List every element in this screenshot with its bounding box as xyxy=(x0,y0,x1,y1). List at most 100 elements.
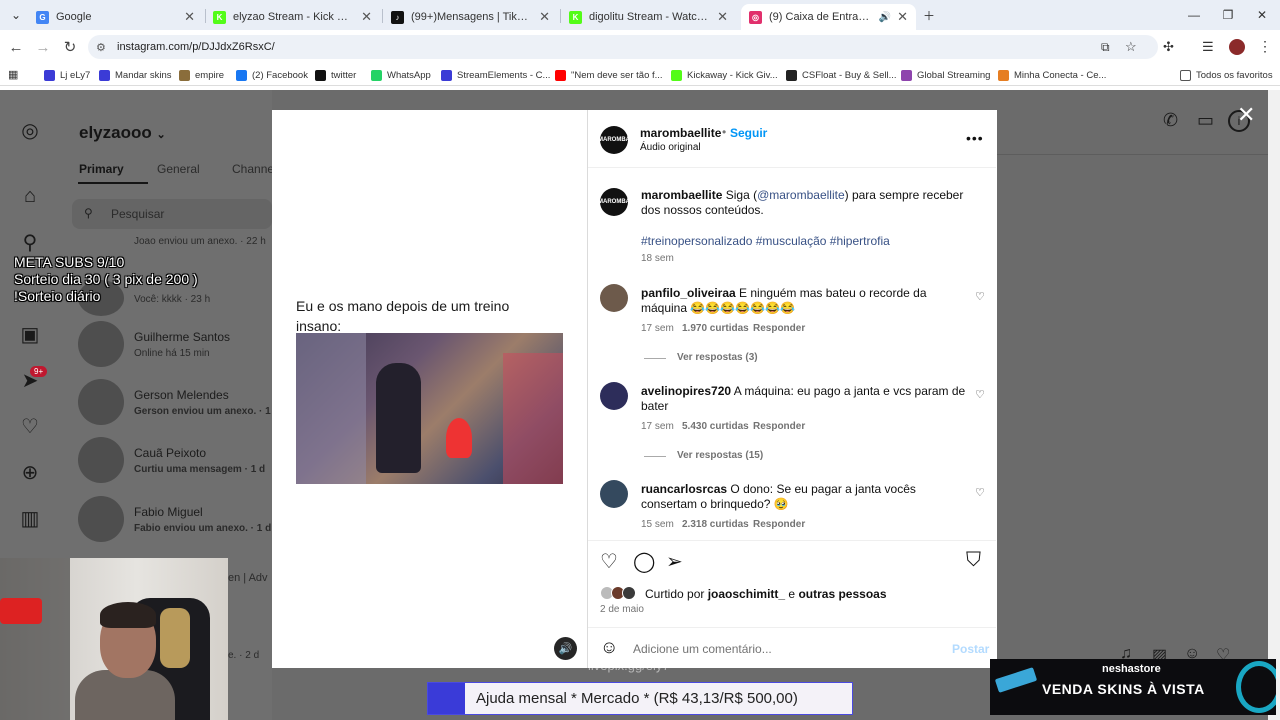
bookmark-favicon xyxy=(44,69,55,81)
liked-by-user[interactable]: joaoschimitt_ xyxy=(708,587,785,601)
bookmark-item[interactable]: (2) Facebook xyxy=(236,67,308,83)
search-input[interactable] xyxy=(72,199,272,229)
post-comment-button[interactable]: Postar xyxy=(952,642,989,656)
view-replies-button[interactable]: Ver respostas (15) xyxy=(677,450,763,461)
video-call-icon[interactable]: ▭ xyxy=(1197,110,1214,131)
reload-icon[interactable]: ↻ xyxy=(59,37,81,57)
view-replies-button[interactable]: Ver respostas (3) xyxy=(677,352,758,363)
follow-button[interactable]: Seguir xyxy=(730,126,767,140)
commenter-username[interactable]: panfilo_oliveiraa xyxy=(641,286,736,300)
comment-like-icon[interactable]: ♡ xyxy=(975,388,985,401)
forward-icon[interactable]: → xyxy=(32,37,54,57)
commenter-username[interactable]: avelinopires720 xyxy=(641,384,731,398)
caption-avatar[interactable]: MAROMBA xyxy=(598,188,630,216)
tab-2[interactable]: Kelyzao Stream - Kick Dashboard ✕ xyxy=(205,4,380,30)
audio-label[interactable]: Áudio original xyxy=(640,142,701,153)
reels-icon[interactable]: ▣ xyxy=(18,322,42,346)
close-modal-icon[interactable]: ✕ xyxy=(1237,102,1255,128)
tab-general[interactable]: General xyxy=(157,162,200,176)
comment-like-icon[interactable]: ♡ xyxy=(975,290,985,303)
create-icon[interactable]: ⊕ xyxy=(18,460,42,484)
bookmark-item[interactable]: StreamElements - C... xyxy=(441,67,550,83)
scrollbar[interactable] xyxy=(1268,90,1280,720)
close-tab-icon[interactable]: ✕ xyxy=(361,9,372,25)
bookmark-item[interactable]: Minha Conecta - Ce... xyxy=(998,67,1106,83)
instagram-logo-icon[interactable]: ◎ xyxy=(18,118,42,142)
extensions-icon[interactable]: ✣ xyxy=(1163,39,1174,55)
reply-button[interactable]: Responder xyxy=(753,519,805,530)
site-info-icon[interactable]: ⚙ xyxy=(96,41,106,54)
tab-title: (99+)Mensagens | TikTok xyxy=(411,11,534,23)
menu-icon[interactable]: ⋮ xyxy=(1258,38,1272,55)
notifications-heart-icon[interactable]: ♡ xyxy=(18,414,42,438)
close-tab-icon[interactable]: ✕ xyxy=(539,9,550,25)
bookmark-item[interactable]: CSFloat - Buy & Sell... xyxy=(786,67,897,83)
share-icon[interactable]: ➢ xyxy=(666,549,683,574)
comment-input[interactable]: Adicione um comentário... xyxy=(633,642,772,656)
minimize-button[interactable]: — xyxy=(1181,5,1207,25)
tab-1[interactable]: G Google ✕ xyxy=(28,4,203,30)
bookmark-star-icon[interactable]: ☆ xyxy=(1125,39,1137,55)
bookmark-item[interactable]: Kickaway - Kick Giv... xyxy=(671,67,778,83)
restore-button[interactable]: ❐ xyxy=(1215,5,1241,25)
tab-primary[interactable]: Primary xyxy=(79,162,124,176)
bookmark-item[interactable]: WhatsApp xyxy=(371,67,431,83)
bookmark-item[interactable]: twitter xyxy=(315,67,356,83)
bookmark-item[interactable]: Lj eLy7 xyxy=(44,67,90,83)
conversation-row[interactable]: Cauã Peixoto Curtiu uma mensagem · 1 d xyxy=(78,436,265,484)
bookmark-item[interactable]: Mandar skins xyxy=(99,67,172,83)
liked-by-others[interactable]: outras pessoas xyxy=(798,587,886,601)
search-icon[interactable]: ⚲ xyxy=(18,230,42,254)
tab-4[interactable]: Kdigolitu Stream - Watch Live on ✕ xyxy=(561,4,736,30)
phone-icon[interactable]: ✆ xyxy=(1163,110,1178,131)
tab-3[interactable]: ♪ (99+)Mensagens | TikTok ✕ xyxy=(383,4,558,30)
commenter-avatar[interactable] xyxy=(600,382,628,410)
reply-button[interactable]: Responder xyxy=(753,421,805,432)
close-window-button[interactable]: ✕ xyxy=(1249,5,1275,25)
comment-likes[interactable]: 5.430 curtidas xyxy=(682,421,749,432)
commenter-avatar[interactable] xyxy=(600,480,628,508)
inbox-username[interactable]: elyzaooo ⌄ xyxy=(79,123,166,143)
profile-avatar[interactable] xyxy=(1229,39,1245,55)
install-app-icon[interactable]: ⧉ xyxy=(1101,40,1110,55)
home-icon[interactable]: ⌂ xyxy=(18,184,42,208)
video-player[interactable] xyxy=(296,333,563,484)
comment-likes[interactable]: 2.318 curtidas xyxy=(682,519,749,530)
all-bookmarks[interactable]: Todos os favoritos xyxy=(1180,67,1273,83)
save-icon[interactable]: ⛉ xyxy=(966,549,981,572)
commenter-avatar[interactable] xyxy=(600,284,628,312)
comment-like-icon[interactable]: ♡ xyxy=(975,486,985,499)
hashtags[interactable]: #treinopersonalizado #musculação #hipert… xyxy=(641,234,890,249)
caption-username[interactable]: marombaellite xyxy=(641,188,722,202)
bookmark-item[interactable]: empire xyxy=(179,67,224,83)
media-control-icon[interactable]: ☰ xyxy=(1202,39,1214,55)
apps-grid-icon[interactable]: ▦ xyxy=(8,68,18,81)
close-tab-icon[interactable]: ✕ xyxy=(717,9,728,25)
conversation-row[interactable]: Fabio Miguel Fabio enviou um anexo. · 1 d xyxy=(78,495,271,543)
conversation-row[interactable]: Guilherme Santos Online há 15 min xyxy=(78,320,230,368)
new-tab-button[interactable]: ＋ xyxy=(916,5,942,25)
tab-5[interactable]: ◎ (9) Caixa de Entrada • Direct 🔊 ✕ xyxy=(741,4,916,30)
emoji-icon[interactable]: ☺ xyxy=(600,637,618,658)
volume-icon[interactable]: 🔊 xyxy=(554,637,577,660)
reply-button[interactable]: Responder xyxy=(753,323,805,334)
more-options-icon[interactable]: ••• xyxy=(966,130,984,146)
speaker-icon[interactable]: 🔊 xyxy=(879,12,891,23)
url-text[interactable]: instagram.com/p/DJJdxZ6RsxC/ xyxy=(117,41,275,53)
bookmark-item[interactable]: "Nem deve ser tão f... xyxy=(555,67,663,83)
bookmark-item[interactable]: Global Streaming xyxy=(901,67,990,83)
conversation-row[interactable]: Gerson Melendes Gerson enviou um anexo. ·… xyxy=(78,378,280,426)
comment-likes[interactable]: 1.970 curtidas xyxy=(682,323,749,334)
tab-channels[interactable]: Channe xyxy=(232,162,274,176)
back-icon[interactable]: ← xyxy=(5,37,27,57)
close-tab-icon[interactable]: ✕ xyxy=(184,9,195,25)
mention-link[interactable]: @marombaellite xyxy=(757,188,845,202)
author-avatar[interactable]: MAROMBA xyxy=(598,126,630,154)
close-tab-icon[interactable]: ✕ xyxy=(897,9,908,25)
tab-search-icon[interactable]: ⌄ xyxy=(3,5,29,25)
like-icon[interactable]: ♡ xyxy=(600,549,618,574)
dashboard-icon[interactable]: ▥ xyxy=(18,506,42,530)
comment-icon[interactable]: ◯ xyxy=(633,549,655,574)
commenter-username[interactable]: ruancarlosrcas xyxy=(641,482,727,496)
author-name[interactable]: marombaellite xyxy=(640,126,721,140)
